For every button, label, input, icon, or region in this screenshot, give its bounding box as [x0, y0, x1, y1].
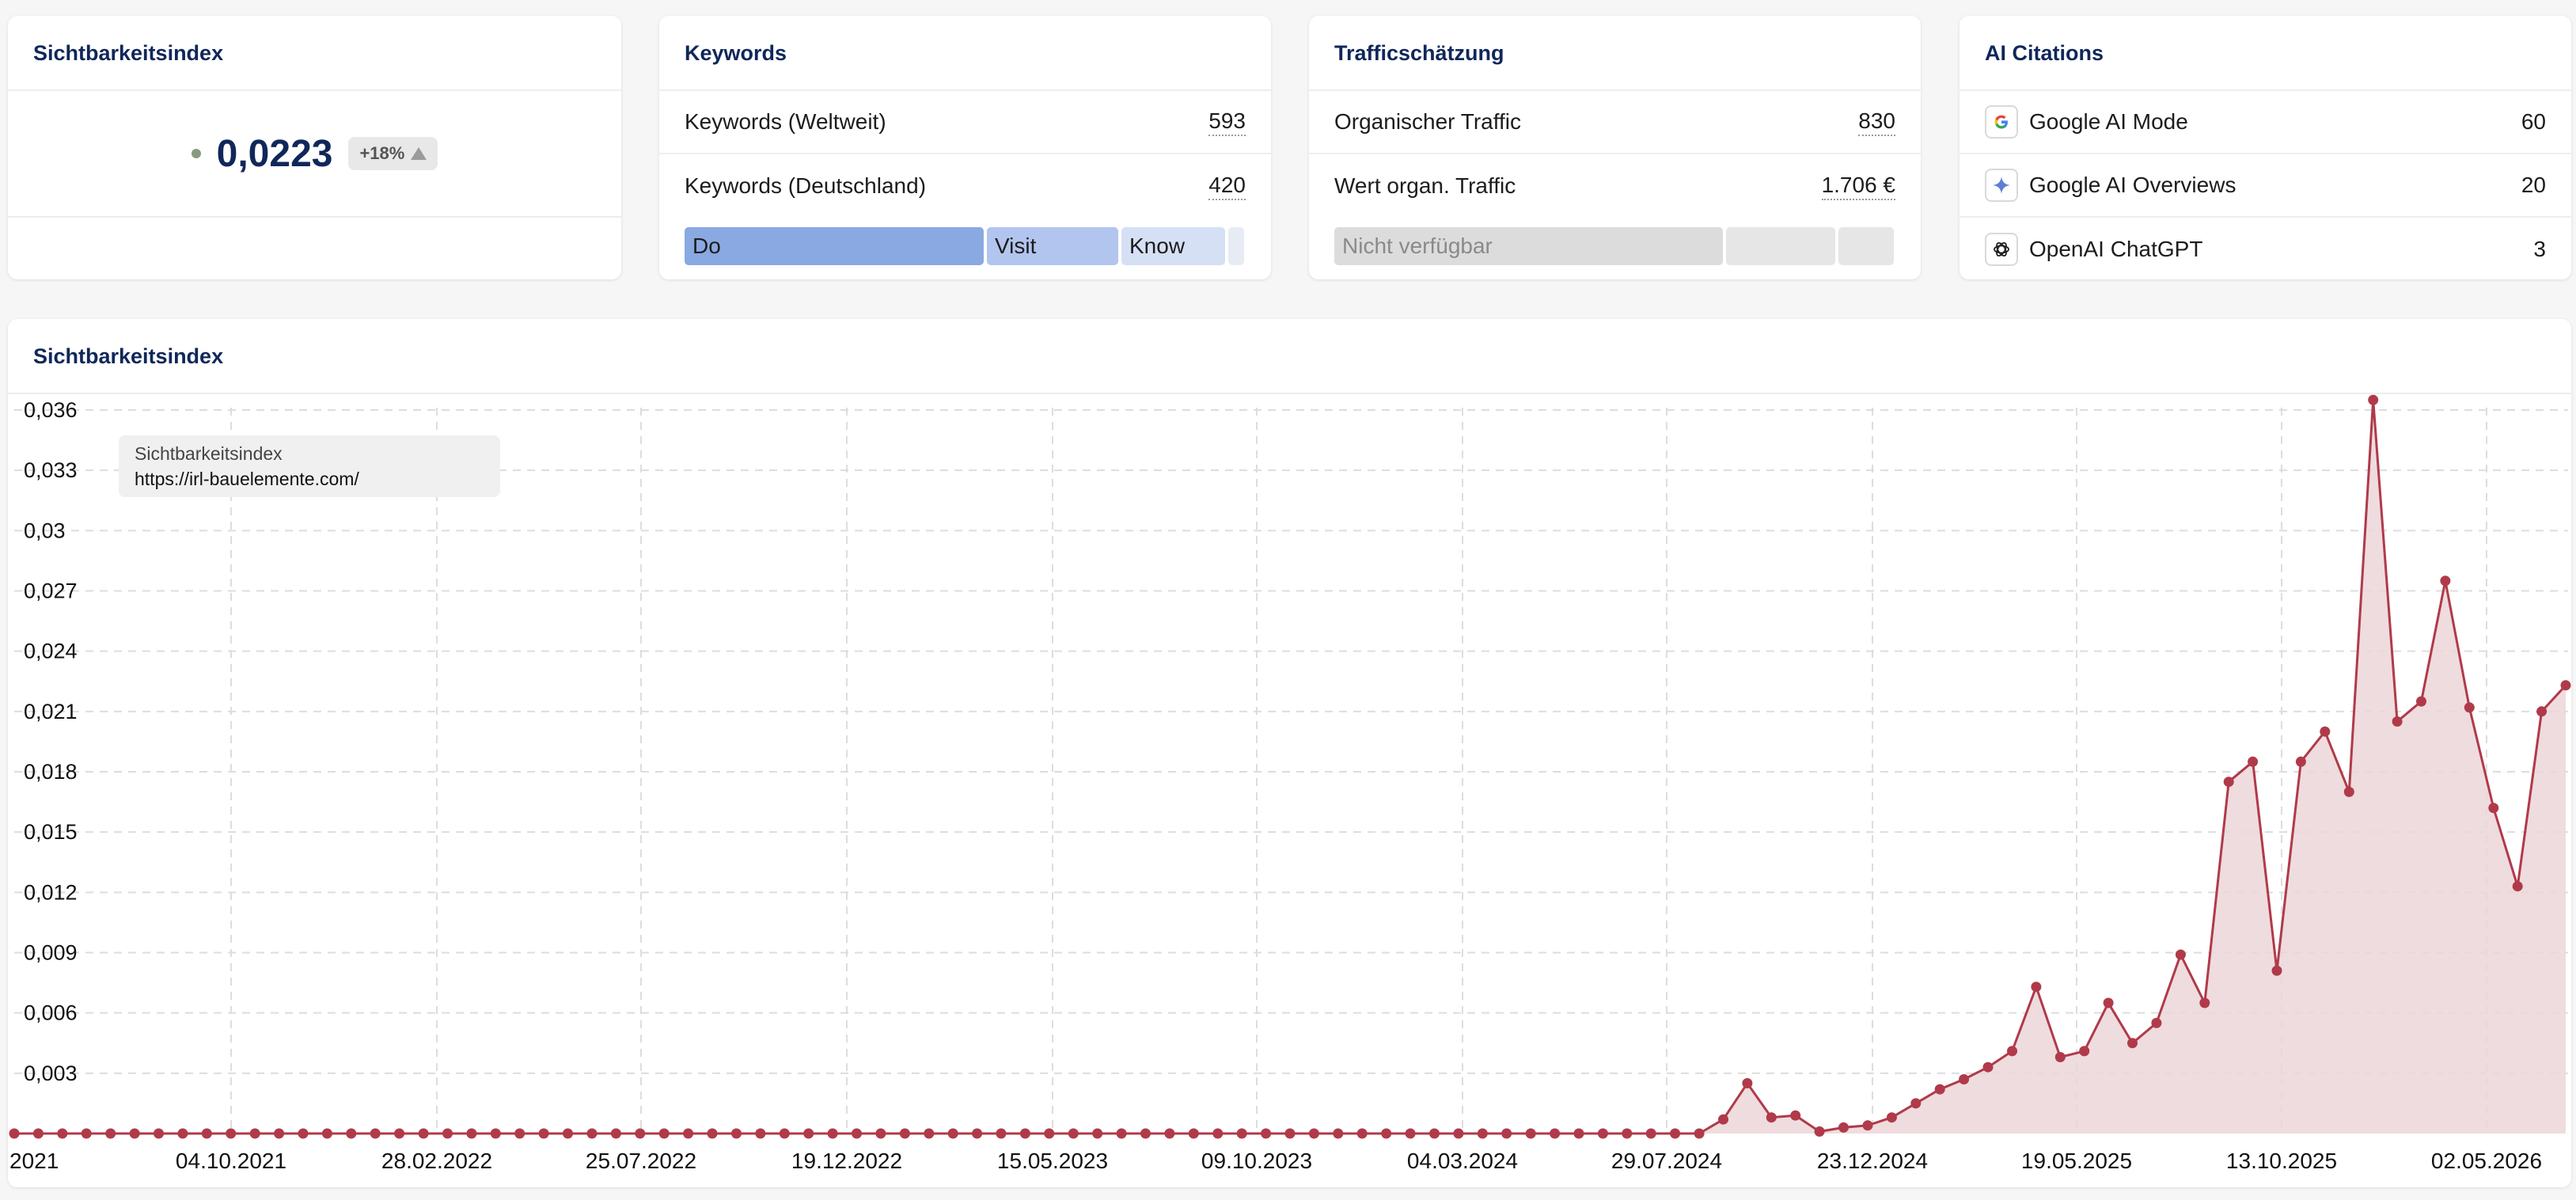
- intent-segment-other[interactable]: [1228, 227, 1244, 265]
- row-label: Keywords (Weltweit): [685, 109, 886, 134]
- traffic-card-title: Trafficschätzung: [1309, 16, 1921, 91]
- keywords-row-worldwide[interactable]: Keywords (Weltweit) 593: [659, 91, 1271, 154]
- row-value[interactable]: 830: [1858, 108, 1895, 136]
- row-label: Organischer Traffic: [1334, 109, 1522, 134]
- intent-segment-do[interactable]: Do: [685, 227, 984, 265]
- openai-icon: [1985, 233, 2018, 266]
- row-value: 3: [2533, 237, 2546, 261]
- intent-segment-know[interactable]: Know: [1121, 227, 1225, 265]
- intent-segment-visit[interactable]: Visit: [987, 227, 1118, 265]
- row-label: OpenAI ChatGPT: [2029, 237, 2203, 261]
- row-label: Wert organ. Traffic: [1334, 173, 1516, 198]
- sparkle-icon: [1985, 169, 2018, 202]
- row-label-wrap: Google AI Overviews: [1985, 169, 2236, 202]
- tooltip-url: https://irl-bauelemente.com/: [135, 469, 359, 489]
- ai-row-google-ai-mode[interactable]: Google AI Mode 60: [1960, 91, 2571, 154]
- triangle-up-icon: [411, 147, 427, 160]
- tooltip-label: Sichtbarkeitsindex: [135, 443, 283, 464]
- chart-card-title: Sichtbarkeitsindex: [8, 319, 2571, 394]
- row-label: Google AI Overviews: [2029, 173, 2236, 197]
- unavailable-segment: Nicht verfügbar: [1334, 227, 1723, 265]
- search-intent-bar: Do Visit Know: [685, 227, 1246, 265]
- unavailable-segment-2: [1726, 227, 1835, 265]
- traffic-row-organic[interactable]: Organischer Traffic 830: [1309, 91, 1921, 154]
- traffic-row-value[interactable]: Wert organ. Traffic 1.706 €: [1309, 154, 1921, 218]
- change-badge-label: +18%: [359, 143, 405, 163]
- traffic-unavailable-bar: Nicht verfügbar: [1334, 227, 1895, 265]
- unavailable-segment-3: [1838, 227, 1894, 265]
- keywords-row-germany[interactable]: Keywords (Deutschland) 420: [659, 154, 1271, 218]
- row-value: 60: [2521, 109, 2546, 134]
- ai-citations-card: AI Citations Google AI Mode 60 Google AI: [1960, 16, 2571, 279]
- visibility-card: Sichtbarkeitsindex 0,0223 +18%: [8, 16, 621, 279]
- row-label: Google AI Mode: [2029, 109, 2188, 134]
- visibility-card-title: Sichtbarkeitsindex: [8, 16, 621, 91]
- ai-row-openai-chatgpt[interactable]: OpenAI ChatGPT 3: [1960, 218, 2571, 281]
- chart-tooltip: Sichtbarkeitsindex https://irl-bauelemen…: [119, 435, 500, 497]
- google-icon: [1985, 105, 2018, 139]
- status-dot-icon: [191, 149, 201, 158]
- visibility-value: 0,0223: [216, 132, 333, 175]
- row-value: 20: [2521, 173, 2546, 197]
- row-value[interactable]: 1.706 €: [1821, 172, 1895, 200]
- change-badge[interactable]: +18%: [348, 137, 438, 170]
- ai-citations-card-title: AI Citations: [1960, 16, 2571, 91]
- ai-row-google-ai-overviews[interactable]: Google AI Overviews 20: [1960, 154, 2571, 218]
- visibility-value-area: 0,0223 +18%: [8, 91, 621, 218]
- row-label-wrap: OpenAI ChatGPT: [1985, 233, 2202, 266]
- row-label: Keywords (Deutschland): [685, 173, 927, 198]
- row-value[interactable]: 420: [1208, 172, 1246, 200]
- row-value[interactable]: 593: [1208, 108, 1246, 136]
- traffic-card: Trafficschätzung Organischer Traffic 830…: [1309, 16, 1921, 279]
- keywords-card: Keywords Keywords (Weltweit) 593 Keyword…: [659, 16, 1271, 279]
- keywords-card-title: Keywords: [659, 16, 1271, 91]
- row-label-wrap: Google AI Mode: [1985, 105, 2188, 139]
